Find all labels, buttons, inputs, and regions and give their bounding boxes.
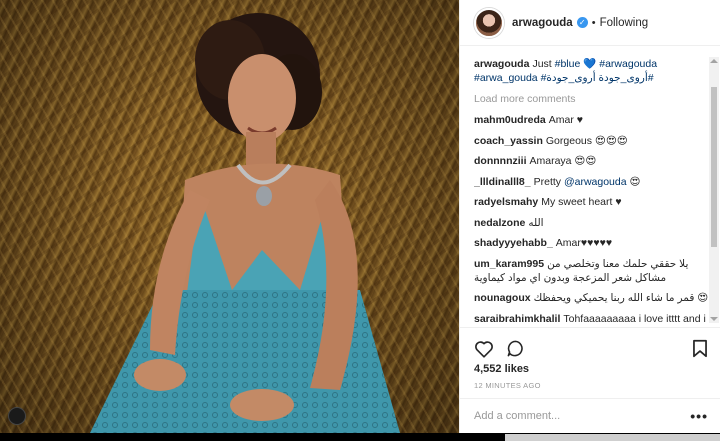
comment-item: _llldinalll8_ Pretty @arwagouda 😍 [474, 175, 710, 189]
header-separator: • [591, 16, 596, 29]
comment-button[interactable] [506, 339, 525, 358]
likes-count[interactable]: 4,552 likes [474, 363, 529, 375]
comment-icon [507, 340, 523, 357]
comment-username[interactable]: saraibrahimkhalil [474, 313, 560, 324]
post-sidebar: arwagouda ✓ • Following arwagouda Just #b… [459, 0, 720, 433]
post-actions [460, 327, 720, 363]
scroll-up-icon[interactable] [710, 59, 718, 63]
bookmark-icon [693, 339, 707, 358]
comment-item: coach_yassin Gorgeous 😍😍😍 [474, 134, 710, 148]
comment-suffix: 😍 [626, 175, 641, 188]
comment-item: donnnnziii Amaraya 😍😍 [474, 154, 710, 168]
comment-text: قمر ما شاء الله ربنا يحميكي ويحفظك 😍 [533, 292, 709, 304]
comment-text: Pretty [533, 175, 564, 188]
caption-emoji: 💙 [580, 58, 600, 70]
comment-item: um_karam995 يلا حققي حلمك معنا وتخلصي من … [474, 257, 710, 285]
comment-text: Amar ♥ [548, 114, 584, 126]
hashtag-arwagouda[interactable]: #arwagouda [599, 58, 657, 70]
post-photo[interactable] [0, 0, 459, 433]
comment-username[interactable]: nedalzone [474, 217, 525, 229]
comment-item: nedalzone الله [474, 216, 710, 230]
comment-text: Gorgeous 😍😍😍 [545, 134, 628, 147]
comment-item: nounagoux قمر ما شاء الله ربنا يحميكي ويح… [474, 291, 710, 305]
more-options-icon[interactable]: ••• [690, 408, 708, 424]
verified-badge-icon: ✓ [576, 17, 588, 28]
caption: arwagouda Just #blue 💙 #arwagouda #arwa_g… [474, 57, 710, 85]
comment-text: My sweet heart ♥ [541, 196, 622, 208]
comment-username[interactable]: _llldinalll8_ [474, 176, 531, 188]
save-button[interactable] [692, 339, 708, 358]
post-header: arwagouda ✓ • Following [460, 0, 720, 46]
comment-input[interactable] [474, 410, 691, 422]
comment-text: Amar♥♥♥♥♥ [555, 237, 613, 249]
comment-mention[interactable]: @arwagouda [564, 176, 627, 188]
header-username[interactable]: arwagouda [512, 17, 573, 29]
post-timestamp[interactable]: 12 MINUTES AGO [474, 381, 541, 390]
comment-item: saraibrahimkhalil Tohfaaaaaaaaa i love it… [474, 312, 710, 324]
load-more-comments-link[interactable]: Load more comments [474, 93, 710, 105]
comment-username[interactable]: um_karam995 [474, 258, 544, 270]
comment-username[interactable]: coach_yassin [474, 135, 543, 147]
hashtag-arwa-gouda[interactable]: #arwa_gouda [474, 72, 538, 84]
caption-username[interactable]: arwagouda [474, 58, 529, 70]
hashtag-blue[interactable]: #blue [555, 58, 581, 70]
comment-username[interactable]: nounagoux [474, 292, 531, 304]
comment-text: الله [528, 216, 544, 229]
woman-in-blue-dress-image [90, 13, 400, 433]
comment-item: shadyyyehabb_ Amar♥♥♥♥♥ [474, 236, 710, 250]
avatar[interactable] [474, 7, 504, 38]
photo-tag-indicator[interactable] [8, 407, 26, 425]
following-button[interactable]: Following [600, 17, 649, 29]
comment-text: Amaraya 😍😍 [529, 155, 597, 167]
comment-username[interactable]: donnnnziii [474, 155, 527, 167]
heart-icon [475, 340, 493, 358]
add-comment-bar: ••• [460, 398, 720, 433]
comment-username[interactable]: shadyyyehabb_ [474, 237, 553, 249]
caption-text: Just [532, 58, 555, 70]
scroll-down-icon[interactable] [710, 317, 718, 321]
comment-username[interactable]: radyelsmahy [474, 196, 538, 208]
horizontal-scrollbar[interactable] [505, 434, 720, 441]
comments-scrollbar[interactable] [709, 57, 719, 323]
like-button[interactable] [474, 340, 494, 358]
comment-item: radyelsmahy My sweet heart ♥ [474, 195, 710, 209]
comment-username[interactable]: mahm0udreda [474, 114, 546, 126]
scroll-thumb[interactable] [711, 87, 717, 247]
comment-item: mahm0udreda Amar ♥ [474, 113, 710, 127]
comments-list: arwagouda Just #blue 💙 #arwagouda #arwa_g… [474, 57, 710, 323]
